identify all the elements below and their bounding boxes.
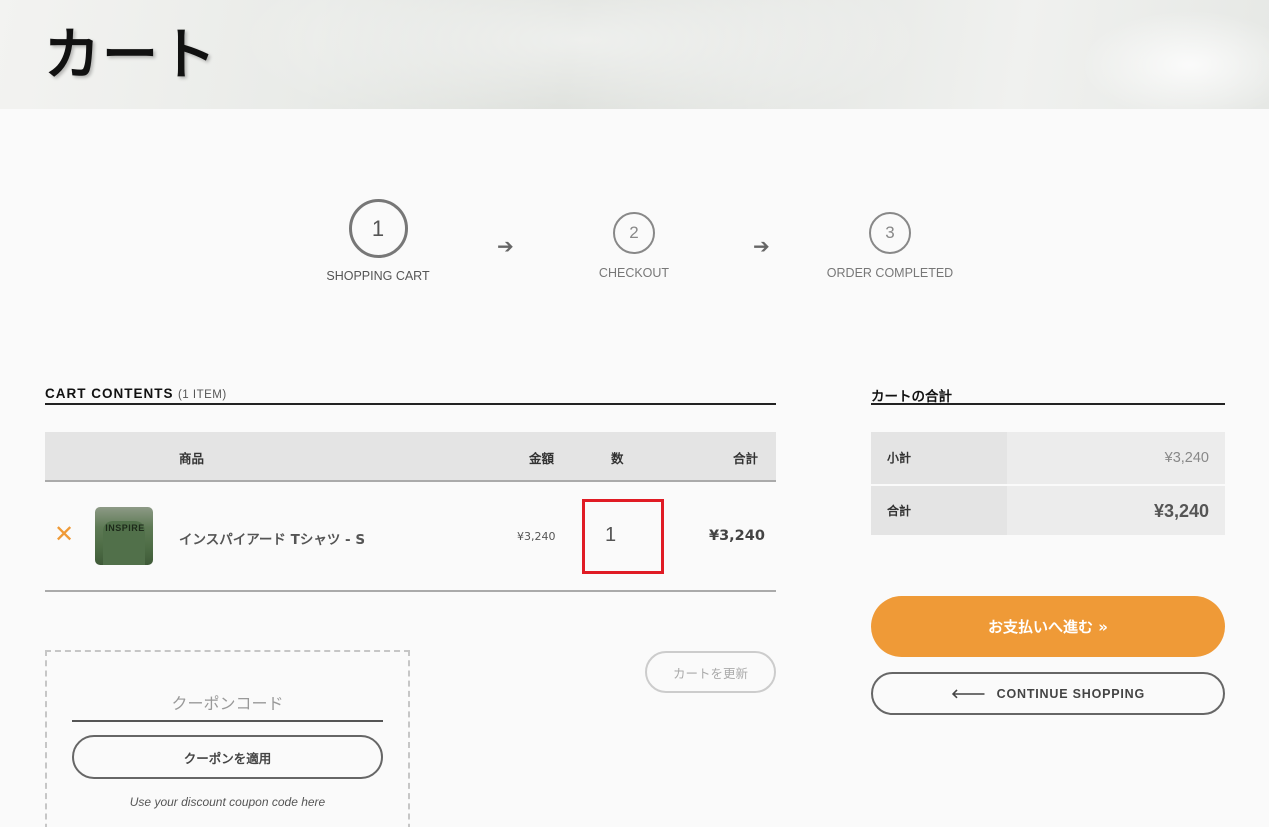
total-value: ¥3,240: [1153, 501, 1209, 521]
proceed-to-checkout-button[interactable]: お支払いへ進む »: [871, 596, 1225, 657]
cart-table-header: 商品 金額 数 合計: [45, 432, 776, 482]
arrow-right-icon: ➔: [753, 234, 770, 258]
header-quantity: 数: [611, 451, 624, 466]
continue-shopping-button[interactable]: 🡐 CONTINUE SHOPPING: [871, 672, 1225, 715]
step-number: 2: [613, 212, 655, 254]
update-cart-button[interactable]: カートを更新: [645, 651, 776, 693]
step-label: CHECKOUT: [598, 266, 670, 280]
step-label: ORDER COMPLETED: [826, 266, 954, 280]
arrow-right-icon: ➔: [497, 234, 514, 258]
subtotal-label: 小計: [871, 432, 1007, 484]
step-order-completed: 3 ORDER COMPLETED: [820, 212, 960, 280]
step-checkout: 2 CHECKOUT: [574, 212, 694, 280]
page-title: カート: [44, 23, 218, 88]
product-name-link[interactable]: インスパイアード Tシャツ - S: [179, 528, 365, 548]
step-number: 3: [869, 212, 911, 254]
arrow-left-icon: 🡐: [950, 685, 987, 701]
thumbnail-print: INSPIRE: [105, 523, 145, 533]
cart-totals-title: カートの合計: [871, 385, 1225, 405]
total-label: 合計: [871, 486, 1007, 535]
coupon-hint: Use your discount coupon code here: [129, 795, 326, 809]
apply-coupon-button[interactable]: クーポンを適用: [72, 735, 383, 779]
remove-item-icon[interactable]: ✕: [54, 520, 74, 548]
header-product: 商品: [179, 451, 205, 466]
subtotal-row: 小計 ¥3,240: [871, 432, 1225, 484]
subtotal-value: ¥3,240: [1164, 450, 1209, 466]
table-row: ✕ INSPIRE インスパイアード Tシャツ - S ¥3,240 ¥3,24…: [45, 482, 776, 592]
unit-price: ¥3,240: [517, 530, 556, 543]
step-label: SHOPPING CART: [326, 269, 430, 283]
total-row: 合計 ¥3,240: [871, 486, 1225, 535]
quantity-input[interactable]: [605, 524, 645, 547]
cart-item-count: (1 ITEM): [177, 389, 227, 401]
cart-contents-title: CART CONTENTS: [45, 386, 174, 401]
quantity-highlight-box: [582, 499, 664, 574]
header-total: 合計: [733, 451, 759, 466]
continue-shopping-label: CONTINUE SHOPPING: [996, 686, 1145, 701]
step-number: 1: [348, 199, 408, 258]
header-price: 金額: [529, 451, 555, 466]
line-total: ¥3,240: [709, 528, 765, 544]
coupon-code-input[interactable]: [72, 686, 383, 722]
step-shopping-cart: 1 SHOPPING CART: [318, 199, 438, 283]
cart-contents-heading: CART CONTENTS (1 ITEM): [45, 385, 776, 405]
product-thumbnail[interactable]: INSPIRE: [95, 507, 153, 565]
coupon-panel: クーポンを適用 Use your discount coupon code he…: [45, 650, 410, 827]
